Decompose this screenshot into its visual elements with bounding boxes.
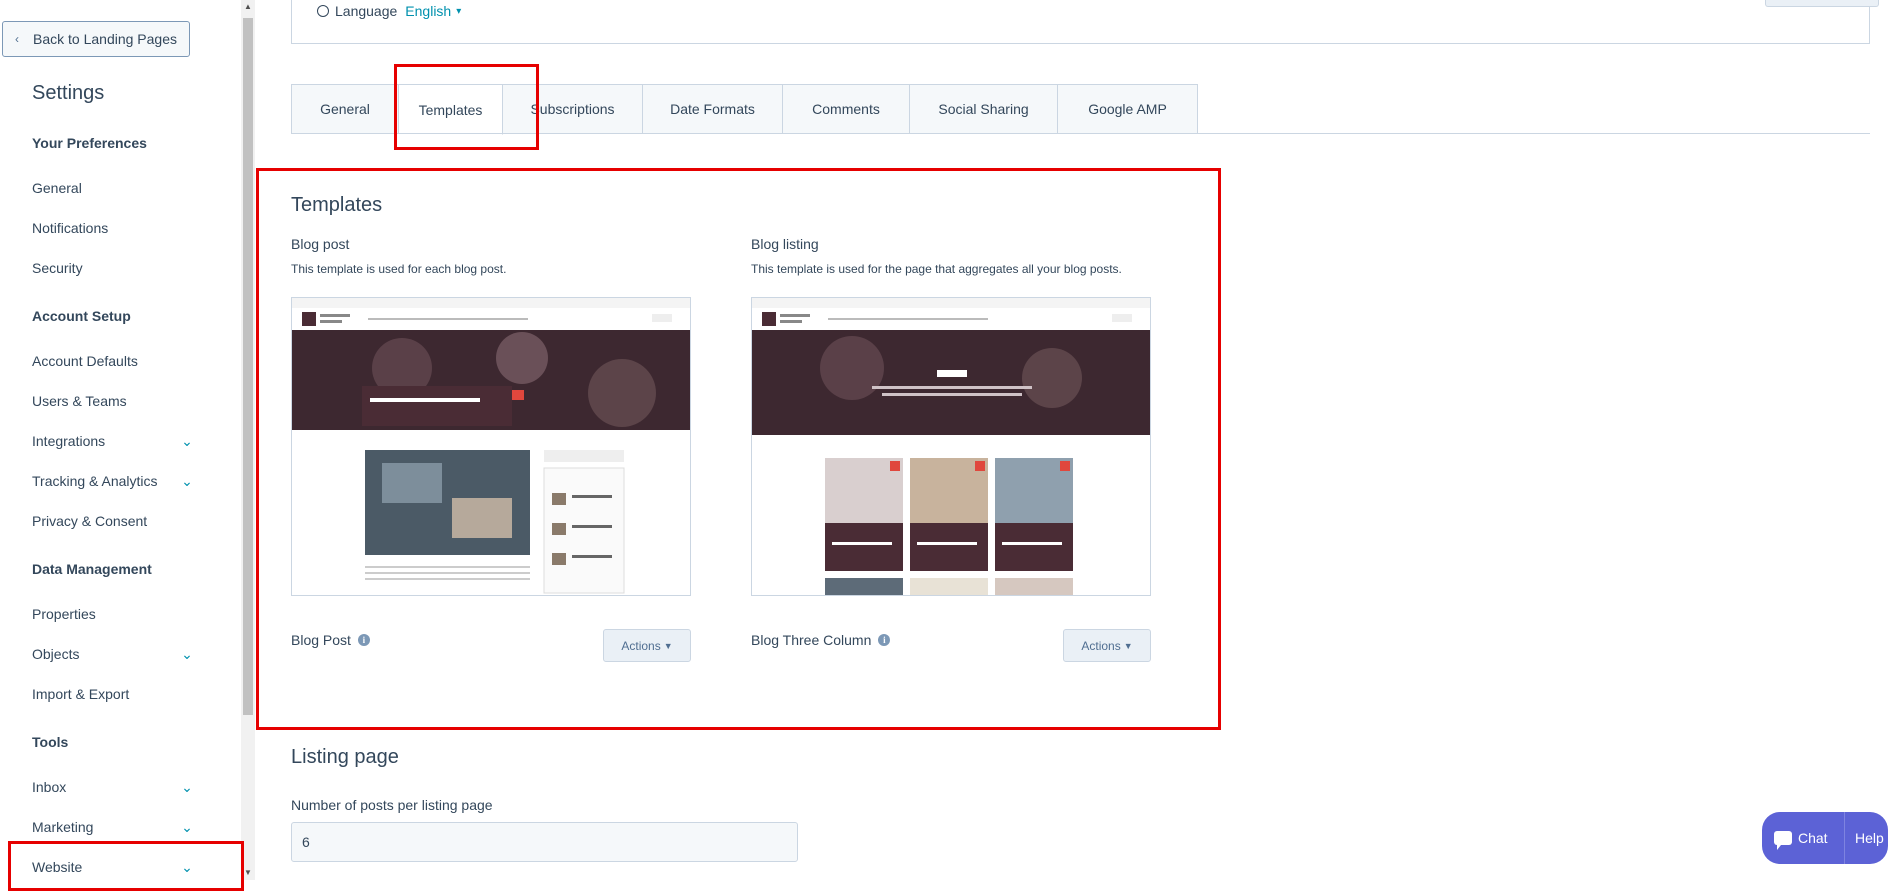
chevron-down-icon[interactable]: ⌄ [180, 820, 194, 834]
caret-down-icon[interactable]: ▾ [456, 6, 461, 17]
blog-post-preview-image [292, 298, 690, 595]
chevron-down-icon[interactable]: ⌄ [180, 860, 194, 874]
tab-templates[interactable]: Templates [399, 84, 503, 135]
blog-post-actions-button[interactable]: Actions ▼ [603, 629, 691, 662]
sidebar-item-general[interactable]: General [32, 180, 194, 196]
chat-bubble-icon [1774, 831, 1792, 850]
template-name-label: Blog Three Column [751, 632, 872, 648]
language-panel: Language English ▾ [291, 0, 1870, 44]
blog-post-description: This template is used for each blog post… [291, 262, 507, 276]
blog-listing-template-name: Blog Three Column i [751, 632, 891, 648]
sidebar-item-label: Marketing [32, 819, 94, 835]
tab-comments[interactable]: Comments [783, 84, 910, 134]
sidebar-item-label: Objects [32, 646, 80, 662]
tabs-divider [291, 133, 1870, 134]
sidebar-item-tracking-analytics[interactable]: Tracking & Analytics ⌄ [32, 473, 194, 489]
tab-google-amp[interactable]: Google AMP [1058, 84, 1198, 134]
sidebar-item-label: Import & Export [32, 686, 130, 702]
sidebar-item-security[interactable]: Security [32, 260, 194, 276]
caret-down-icon: ▼ [663, 640, 673, 651]
section-tools: Tools [32, 734, 69, 750]
sidebar-item-integrations[interactable]: Integrations ⌄ [32, 433, 194, 449]
sidebar-scrollbar[interactable]: ▲ ▼ [241, 0, 255, 880]
sidebar-item-properties[interactable]: Properties [32, 606, 194, 622]
back-to-landing-pages-button[interactable]: ‹ Back to Landing Pages [2, 21, 190, 57]
posts-per-page-label: Number of posts per listing page [291, 797, 493, 813]
blog-listing-description: This template is used for the page that … [751, 262, 1122, 276]
sidebar-item-import-export[interactable]: Import & Export [32, 686, 194, 702]
top-right-button[interactable] [1765, 0, 1879, 7]
chat-widget: Chat Help [1762, 812, 1888, 864]
blog-post-template-name: Blog Post i [291, 632, 370, 648]
listing-page-title: Listing page [291, 746, 399, 768]
sidebar-item-account-defaults[interactable]: Account Defaults [32, 353, 194, 369]
sidebar-item-label: Notifications [32, 220, 109, 236]
sidebar-item-label: Website [32, 859, 83, 875]
blog-listing-template-column: Blog listing This template is used for t… [751, 236, 1151, 276]
sidebar-item-inbox[interactable]: Inbox ⌄ [32, 779, 194, 795]
section-account-setup: Account Setup [32, 308, 131, 324]
globe-icon [317, 5, 329, 17]
blog-listing-heading: Blog listing [751, 236, 819, 252]
chevron-down-icon[interactable]: ⌄ [180, 474, 194, 488]
language-dropdown[interactable]: English [405, 3, 451, 19]
blog-listing-template-preview[interactable] [751, 297, 1151, 596]
blog-post-template-preview[interactable] [291, 297, 691, 596]
chat-button[interactable]: Chat [1762, 812, 1844, 864]
sidebar-item-objects[interactable]: Objects ⌄ [32, 646, 194, 662]
sidebar-item-label: Users & Teams [32, 393, 127, 409]
sidebar-item-marketing[interactable]: Marketing ⌄ [32, 819, 194, 835]
templates-section-title: Templates [291, 194, 383, 216]
blog-listing-actions-button[interactable]: Actions ▼ [1063, 629, 1151, 662]
settings-sidebar: ‹ Back to Landing Pages Settings Your Pr… [0, 0, 240, 880]
sidebar-item-label: Security [32, 260, 83, 276]
sidebar-item-privacy-consent[interactable]: Privacy & Consent [32, 513, 194, 529]
scroll-up-arrow-icon[interactable]: ▲ [241, 0, 255, 14]
sidebar-item-users-teams[interactable]: Users & Teams [32, 393, 194, 409]
tab-social-sharing[interactable]: Social Sharing [910, 84, 1058, 134]
main-content: Language English ▾ General Templates Sub… [257, 0, 1903, 880]
actions-label: Actions [621, 638, 661, 653]
tab-general[interactable]: General [291, 84, 399, 134]
section-your-preferences: Your Preferences [32, 135, 147, 151]
blog-listing-preview-image [752, 298, 1150, 595]
sidebar-item-notifications[interactable]: Notifications [32, 220, 194, 236]
info-icon[interactable]: i [878, 634, 891, 646]
chevron-left-icon: ‹ [15, 32, 19, 46]
settings-tabs: General Templates Subscriptions Date For… [291, 84, 1198, 135]
back-button-label: Back to Landing Pages [33, 31, 177, 47]
sidebar-item-label: Integrations [32, 433, 106, 449]
chevron-down-icon[interactable]: ⌄ [180, 647, 194, 661]
chevron-down-icon[interactable]: ⌄ [180, 434, 194, 448]
posts-per-page-input[interactable]: 6 [291, 822, 798, 862]
caret-down-icon: ▼ [1123, 640, 1133, 651]
settings-title: Settings [32, 82, 105, 104]
sidebar-item-website[interactable]: Website ⌄ [32, 859, 194, 875]
language-label: Language [335, 3, 398, 19]
tab-subscriptions[interactable]: Subscriptions [503, 84, 643, 134]
sidebar-item-label: Properties [32, 606, 96, 622]
actions-label: Actions [1081, 638, 1121, 653]
chevron-down-icon[interactable]: ⌄ [180, 780, 194, 794]
scrollbar-thumb[interactable] [243, 18, 253, 715]
tab-date-formats[interactable]: Date Formats [643, 84, 783, 134]
sidebar-item-label: Inbox [32, 779, 67, 795]
sidebar-item-label: Account Defaults [32, 353, 138, 369]
scroll-down-arrow-icon[interactable]: ▼ [241, 866, 255, 880]
blog-post-template-column: Blog post This template is used for each… [291, 236, 691, 276]
sidebar-item-label: Privacy & Consent [32, 513, 148, 529]
help-button[interactable]: Help [1845, 830, 1884, 846]
info-icon[interactable]: i [357, 634, 370, 646]
blog-post-heading: Blog post [291, 236, 350, 252]
sidebar-item-label: Tracking & Analytics [32, 473, 158, 489]
sidebar-item-label: General [32, 180, 82, 196]
section-data-management: Data Management [32, 561, 152, 577]
chat-label: Chat [1798, 830, 1828, 846]
template-name-label: Blog Post [291, 632, 351, 648]
